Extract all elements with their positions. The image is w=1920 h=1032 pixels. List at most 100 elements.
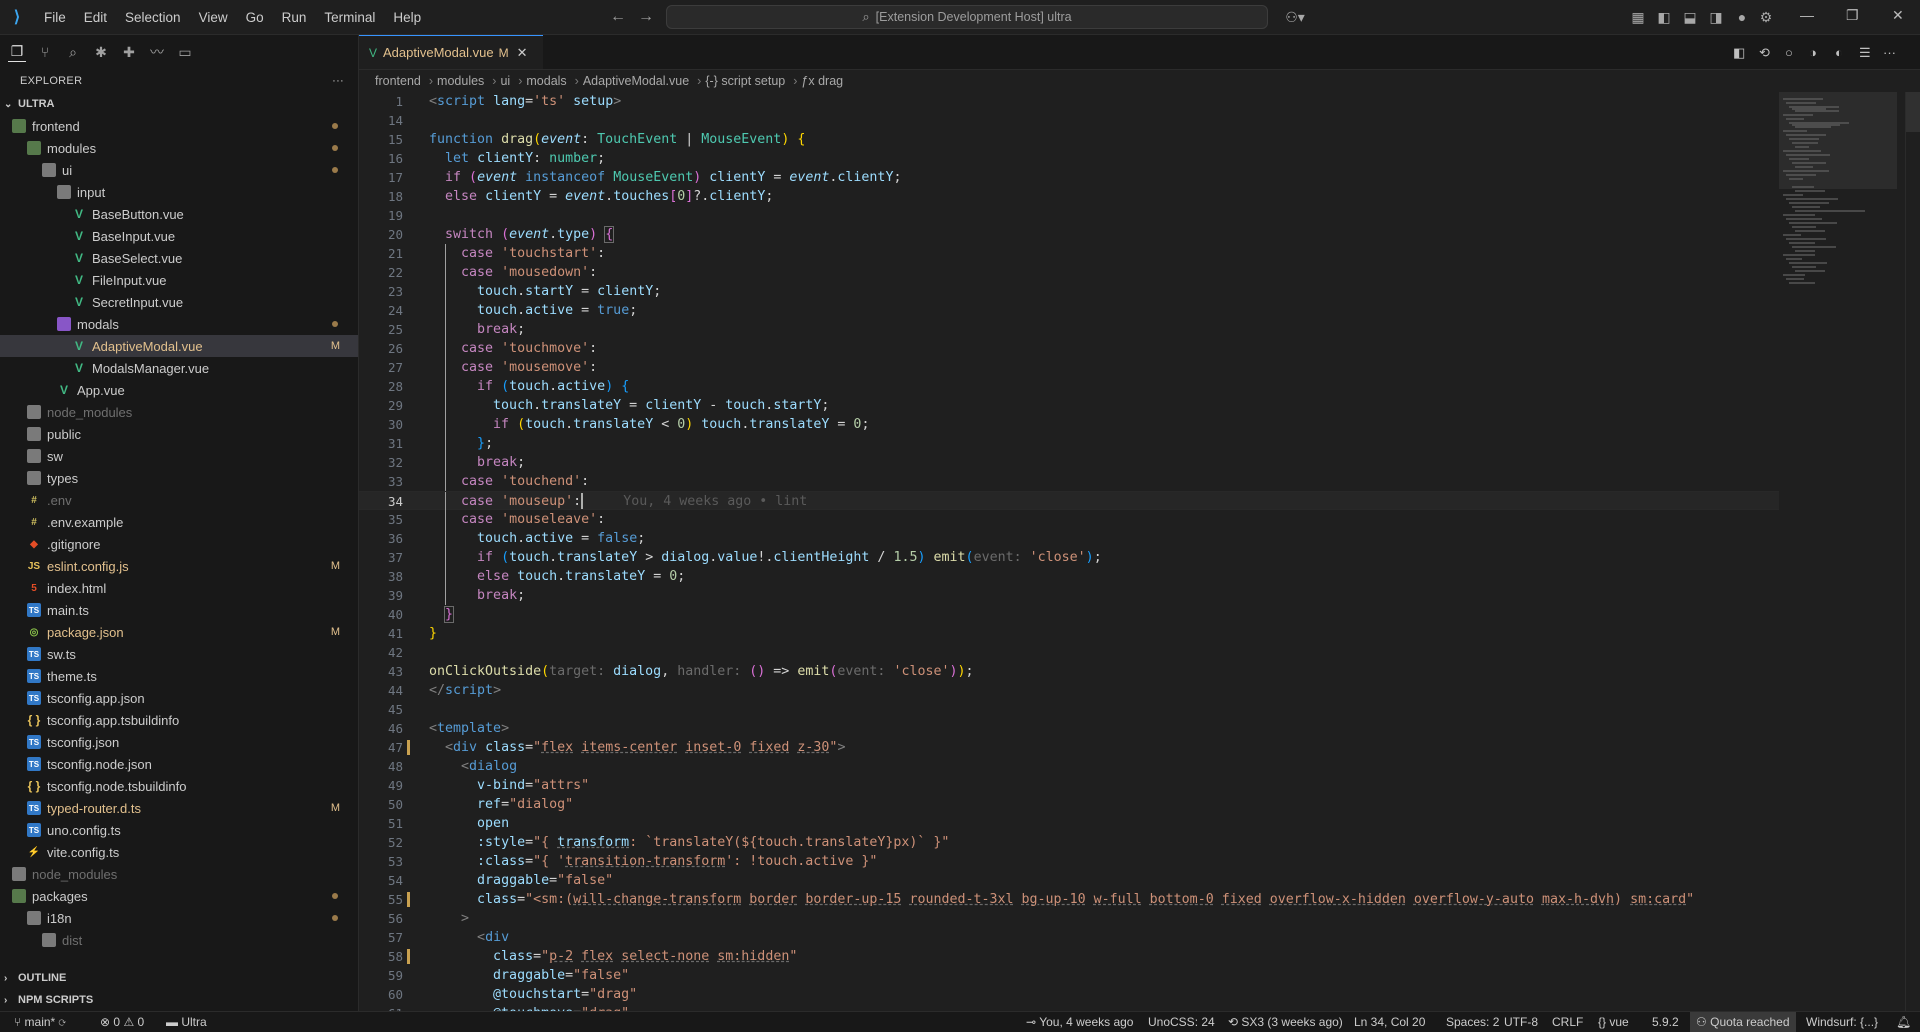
tree-item[interactable]: dist [0, 929, 358, 951]
more-actions-icon[interactable]: ··· [332, 75, 344, 87]
tree-item[interactable]: V BaseSelect.vue [0, 247, 358, 269]
tree-item[interactable]: TS tsconfig.json [0, 731, 358, 753]
tree-item[interactable]: frontend [0, 115, 358, 137]
tree-item[interactable]: node_modules [0, 863, 358, 885]
tree-item[interactable]: packages [0, 885, 358, 907]
tree-item[interactable]: input [0, 181, 358, 203]
tree-item[interactable]: V BaseInput.vue [0, 225, 358, 247]
cursor-position-status[interactable]: Ln 34, Col 20 [1354, 1015, 1425, 1029]
restore-icon[interactable]: ❐ [1846, 7, 1859, 24]
tree-item[interactable]: V FileInput.vue [0, 269, 358, 291]
problems-status[interactable]: ⊗ 0 ⚠ 0 [100, 1015, 144, 1029]
command-center[interactable]: ⌕ [Extension Development Host] ultra [666, 5, 1268, 29]
unocss-status[interactable]: UnoCSS: 24 [1148, 1015, 1215, 1029]
encoding-status[interactable]: UTF-8 [1504, 1015, 1538, 1029]
menu-view[interactable]: View [191, 6, 236, 29]
toggle-primary-sidebar-icon[interactable]: ◧ [1656, 9, 1672, 25]
tree-item[interactable]: ⚡ vite.config.ts [0, 841, 358, 863]
close-window-icon[interactable]: ✕ [1892, 7, 1904, 24]
ts-version-status[interactable]: 5.9.2 [1652, 1015, 1679, 1029]
tree-item[interactable]: TS tsconfig.app.json [0, 687, 358, 709]
split-editor-icon[interactable]: ☰ [1859, 45, 1871, 61]
previous-change-icon[interactable]: ○ [1785, 45, 1793, 60]
git-history-icon[interactable]: ⟲ [1759, 45, 1770, 61]
tree-item[interactable]: sw [0, 445, 358, 467]
copilot-icon[interactable]: ⚇▾ [1280, 9, 1310, 25]
extensions-icon[interactable]: ✚ [120, 43, 138, 61]
breadcrumb-item[interactable]: modules [437, 74, 484, 88]
tree-item[interactable]: TS main.ts [0, 599, 358, 621]
breadcrumb-item[interactable]: ui [500, 74, 510, 88]
menu-run[interactable]: Run [274, 6, 315, 29]
tree-item[interactable]: types [0, 467, 358, 489]
menu-edit[interactable]: Edit [76, 6, 115, 29]
menu-selection[interactable]: Selection [117, 6, 189, 29]
breadcrumb-item[interactable]: frontend [375, 74, 421, 88]
tree-item[interactable]: { } tsconfig.node.tsbuildinfo [0, 775, 358, 797]
tree-item[interactable]: V App.vue [0, 379, 358, 401]
menu-file[interactable]: File [36, 6, 74, 29]
npm-scripts-section-header[interactable]: › NPM SCRIPTS [0, 989, 358, 1011]
run-debug-icon[interactable]: ✱ [92, 43, 110, 61]
indentation-status[interactable]: Spaces: 2 [1446, 1015, 1499, 1029]
toggle-panel-icon[interactable]: ⬓ [1682, 9, 1698, 25]
current-line[interactable]: 34 case 'mouseup': You, 4 weeks ago • li… [359, 491, 1779, 511]
account-icon[interactable]: ● [1734, 9, 1750, 25]
vertical-scrollbar[interactable] [1905, 92, 1920, 1011]
menu-terminal[interactable]: Terminal [316, 6, 383, 29]
breadcrumb-item[interactable]: ƒx drag [801, 74, 843, 88]
tree-item[interactable]: modules [0, 137, 358, 159]
tree-item[interactable]: ◆ .gitignore [0, 533, 358, 555]
notifications-bell-icon[interactable]: 🔔︎ [1896, 1015, 1911, 1029]
tree-item[interactable]: ◎ package.json M [0, 621, 358, 643]
tree-item[interactable]: public [0, 423, 358, 445]
tree-item[interactable]: TS tsconfig.node.json [0, 753, 358, 775]
tree-item[interactable]: # .env [0, 489, 358, 511]
next-change-icon[interactable]: ◑ [1809, 45, 1817, 60]
open-changes-icon[interactable]: ◧ [1733, 45, 1745, 61]
explorer-icon[interactable]: ❐ [8, 43, 26, 62]
tree-item[interactable]: modals [0, 313, 358, 335]
minimize-icon[interactable]: — [1800, 7, 1814, 23]
sticky-scroll-line[interactable]: 1 <script lang='ts' setup> [359, 92, 1779, 111]
windsurf-status[interactable]: Windsurf: {...} [1806, 1015, 1878, 1029]
minimap[interactable] [1779, 92, 1907, 1011]
tree-item[interactable]: V AdaptiveModal.vue M [0, 335, 358, 357]
breadcrumb-item[interactable]: AdaptiveModal.vue [583, 74, 689, 88]
outline-section-header[interactable]: › OUTLINE [0, 967, 358, 989]
tree-item[interactable]: TS uno.config.ts [0, 819, 358, 841]
eol-status[interactable]: CRLF [1552, 1015, 1583, 1029]
forward-arrow-icon[interactable]: → [638, 8, 654, 26]
code-editor[interactable]: 1 <script lang='ts' setup> 14 15 function … [359, 92, 1779, 1014]
tree-item[interactable]: { } tsconfig.app.tsbuildinfo [0, 709, 358, 731]
tree-item[interactable]: TS typed-router.d.ts M [0, 797, 358, 819]
breadcrumb-item[interactable]: {-} script setup [705, 74, 785, 88]
back-arrow-icon[interactable]: ← [610, 8, 626, 26]
search-icon[interactable]: ⌕ [64, 43, 82, 61]
tree-item[interactable]: # .env.example [0, 511, 358, 533]
compare-icon[interactable]: ◐ [1835, 45, 1843, 60]
tree-item[interactable]: ui [0, 159, 358, 181]
tree-item[interactable]: V ModalsManager.vue [0, 357, 358, 379]
settings-gear-icon[interactable]: ⚙ [1758, 9, 1774, 25]
menu-go[interactable]: Go [238, 6, 272, 29]
branch-status[interactable]: ⑂ main* ⟳ [14, 1015, 66, 1029]
customize-layout-icon[interactable]: ▦ [1630, 9, 1646, 25]
language-status[interactable]: {} vue [1598, 1015, 1629, 1029]
tree-item[interactable]: TS sw.ts [0, 643, 358, 665]
timeline-icon[interactable]: 〰 [148, 43, 166, 61]
folder-icon[interactable]: ▭ [176, 43, 194, 61]
menu-help[interactable]: Help [385, 6, 429, 29]
breadcrumb-item[interactable]: modals [526, 74, 566, 88]
git-blame-status[interactable]: ⊸ You, 4 weeks ago [1026, 1015, 1133, 1029]
tree-item[interactable]: V BaseButton.vue [0, 203, 358, 225]
more-actions-icon[interactable]: ··· [1883, 45, 1896, 60]
sx3-status[interactable]: ⟲ SX3 (3 weeks ago) [1228, 1015, 1343, 1029]
tree-item[interactable]: TS theme.ts [0, 665, 358, 687]
tab-close-icon[interactable]: ✕ [517, 45, 528, 61]
tree-item[interactable]: node_modules [0, 401, 358, 423]
tab-adaptive-modal[interactable]: V AdaptiveModal.vue M ✕ [359, 35, 543, 69]
toggle-secondary-sidebar-icon[interactable]: ◨ [1708, 9, 1724, 25]
tree-item[interactable]: i18n [0, 907, 358, 929]
tree-item[interactable]: 5 index.html [0, 577, 358, 599]
